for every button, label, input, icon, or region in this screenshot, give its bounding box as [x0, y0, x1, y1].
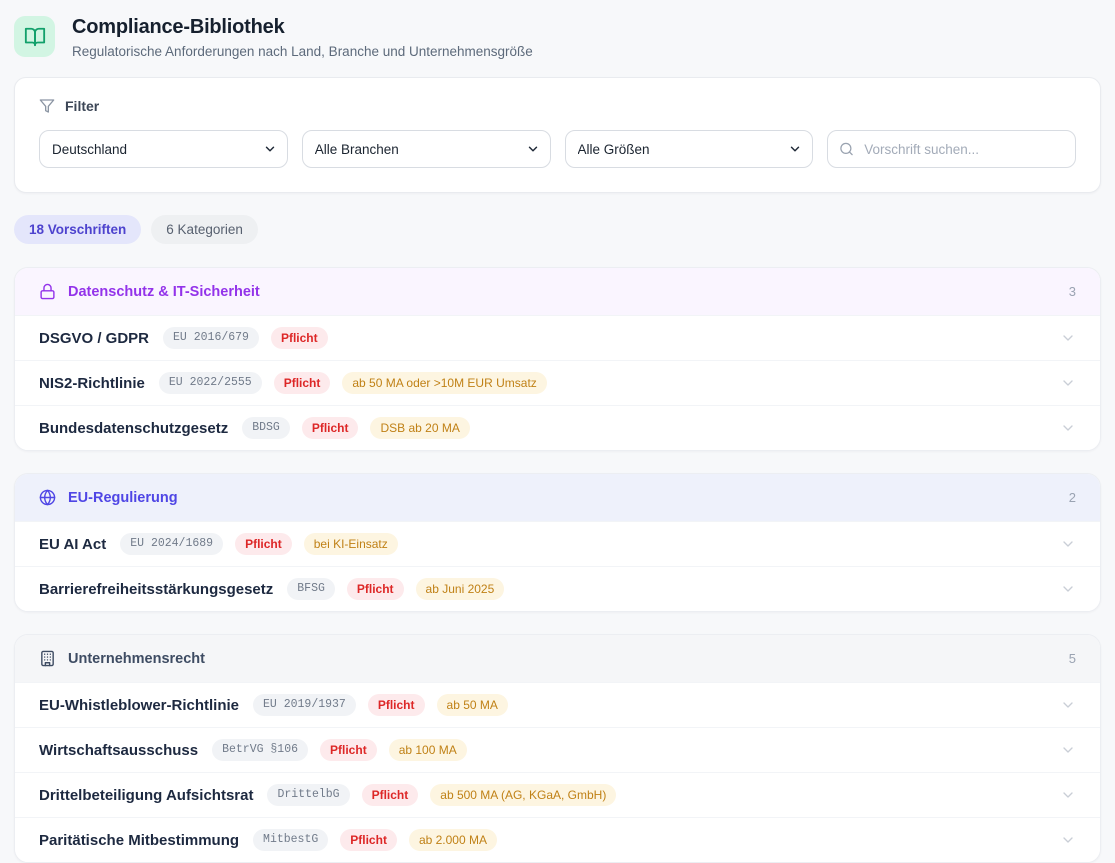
obligation-badge: Pflicht [274, 372, 331, 394]
condition-badge: ab 50 MA [437, 694, 508, 716]
obligation-badge: Pflicht [368, 694, 425, 716]
search-wrap [827, 130, 1076, 168]
chevron-down-icon [1060, 832, 1076, 848]
size-select-wrap: Alle Größen [565, 130, 814, 168]
filter-controls: Deutschland Alle Branchen Alle Größen [39, 130, 1076, 168]
country-select[interactable]: Deutschland [39, 130, 288, 168]
regulation-row[interactable]: Bundesdatenschutzgesetz BDSG Pflicht DSB ab… [15, 405, 1100, 450]
regulation-code-badge: EU 2019/1937 [253, 694, 356, 716]
obligation-badge: Pflicht [271, 327, 328, 349]
condition-badge: ab 500 MA (AG, KGaA, GmbH) [430, 784, 616, 806]
obligation-badge: Pflicht [235, 533, 292, 555]
condition-badge: ab 2.000 MA [409, 829, 497, 851]
obligation-badge: Pflicht [340, 829, 397, 851]
chevron-down-icon [1060, 420, 1076, 436]
regulation-row[interactable]: EU-Whistleblower-Richtlinie EU 2019/1937 P… [15, 682, 1100, 727]
category-count: 5 [1069, 651, 1076, 666]
regulation-title: Paritätische Mitbestimmung [39, 832, 239, 849]
obligation-badge: Pflicht [347, 578, 404, 600]
category-list: Datenschutz & IT-Sicherheit 3 DSGVO / GDPR… [14, 267, 1101, 863]
filter-label: Filter [65, 98, 99, 114]
regulation-code-badge: MitbestG [253, 829, 328, 851]
category-name: Datenschutz & IT-Sicherheit [68, 284, 260, 300]
chevron-down-icon [1060, 581, 1076, 597]
condition-badge: bei KI-Einsatz [304, 533, 398, 555]
category-card: Unternehmensrecht 5 EU-Whistleblower-Richt… [14, 634, 1101, 863]
regulation-code-badge: BFSG [287, 578, 335, 600]
regulations-count-badge[interactable]: 18 Vorschriften [14, 215, 141, 244]
page-title: Compliance-Bibliothek [72, 16, 533, 39]
category-header[interactable]: Datenschutz & IT-Sicherheit 3 [15, 268, 1100, 315]
regulation-code-badge: EU 2016/679 [163, 327, 259, 349]
category-name: Unternehmensrecht [68, 651, 205, 667]
regulation-code-badge: EU 2024/1689 [120, 533, 223, 555]
regulation-title: Drittelbeteiligung Aufsichtsrat [39, 787, 253, 804]
regulation-title: Bundesdatenschutzgesetz [39, 420, 228, 437]
summary-chips: 18 Vorschriften 6 Kategorien [14, 215, 1101, 244]
category-count: 3 [1069, 284, 1076, 299]
open-book-icon [14, 16, 55, 57]
category-name: EU-Regulierung [68, 490, 178, 506]
header-text: Compliance-Bibliothek Regulatorische Anf… [72, 16, 533, 59]
funnel-icon [39, 98, 55, 114]
app-header: Compliance-Bibliothek Regulatorische Anf… [14, 0, 1101, 59]
building-icon [39, 650, 56, 667]
regulation-row[interactable]: EU AI Act EU 2024/1689 Pflicht bei KI-Einsa… [15, 521, 1100, 566]
category-header[interactable]: Unternehmensrecht 5 [15, 635, 1100, 682]
chevron-down-icon [1060, 330, 1076, 346]
filter-panel-header: Filter [39, 98, 1076, 114]
filter-panel: Filter Deutschland Alle Branchen Alle Gr… [14, 77, 1101, 193]
obligation-badge: Pflicht [320, 739, 377, 761]
chevron-down-icon [1060, 375, 1076, 391]
regulation-code-badge: DrittelbG [267, 784, 349, 806]
regulation-title: DSGVO / GDPR [39, 330, 149, 347]
categories-count-badge[interactable]: 6 Kategorien [151, 215, 258, 244]
category-count: 2 [1069, 490, 1076, 505]
category-card: Datenschutz & IT-Sicherheit 3 DSGVO / GDPR… [14, 267, 1101, 451]
regulation-row[interactable]: Barrierefreiheitsstärkungsgesetz BFSG Pfli… [15, 566, 1100, 611]
regulation-code-badge: BDSG [242, 417, 290, 439]
regulation-title: NIS2-Richtlinie [39, 375, 145, 392]
regulation-code-badge: EU 2022/2555 [159, 372, 262, 394]
regulation-code-badge: BetrVG §106 [212, 739, 308, 761]
lock-icon [39, 283, 56, 300]
regulation-title: Wirtschaftsausschuss [39, 742, 198, 759]
regulation-row[interactable]: DSGVO / GDPR EU 2016/679 Pflicht [15, 315, 1100, 360]
chevron-down-icon [1060, 787, 1076, 803]
search-input[interactable] [827, 130, 1076, 168]
industry-select[interactable]: Alle Branchen [302, 130, 551, 168]
obligation-badge: Pflicht [302, 417, 359, 439]
chevron-down-icon [1060, 697, 1076, 713]
category-card: EU-Regulierung 2 EU AI Act EU 2024/1689 Pfli… [14, 473, 1101, 612]
condition-badge: ab Juni 2025 [416, 578, 505, 600]
condition-badge: ab 100 MA [389, 739, 467, 761]
regulation-title: EU-Whistleblower-Richtlinie [39, 697, 239, 714]
page: Compliance-Bibliothek Regulatorische Anf… [0, 0, 1115, 863]
regulation-title: EU AI Act [39, 536, 106, 553]
size-select[interactable]: Alle Größen [565, 130, 814, 168]
condition-badge: DSB ab 20 MA [370, 417, 469, 439]
chevron-down-icon [1060, 742, 1076, 758]
country-select-wrap: Deutschland [39, 130, 288, 168]
category-header[interactable]: EU-Regulierung 2 [15, 474, 1100, 521]
condition-badge: ab 50 MA oder >10M EUR Umsatz [342, 372, 546, 394]
globe-icon [39, 489, 56, 506]
regulation-row[interactable]: Wirtschaftsausschuss BetrVG §106 Pflicht ab… [15, 727, 1100, 772]
chevron-down-icon [1060, 536, 1076, 552]
regulation-title: Barrierefreiheitsstärkungsgesetz [39, 581, 273, 598]
regulation-row[interactable]: Paritätische Mitbestimmung MitbestG Pflich… [15, 817, 1100, 862]
industry-select-wrap: Alle Branchen [302, 130, 551, 168]
regulation-row[interactable]: Drittelbeteiligung Aufsichtsrat DrittelbG… [15, 772, 1100, 817]
page-subtitle: Regulatorische Anforderungen nach Land, … [72, 44, 533, 59]
regulation-row[interactable]: NIS2-Richtlinie EU 2022/2555 Pflicht ab 50 … [15, 360, 1100, 405]
obligation-badge: Pflicht [362, 784, 419, 806]
